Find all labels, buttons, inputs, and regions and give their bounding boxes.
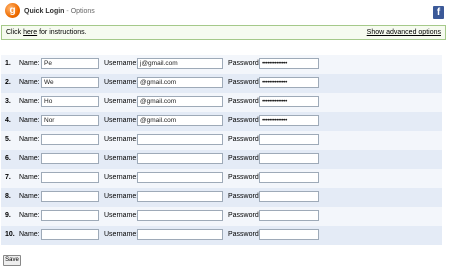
password-input[interactable]: •••••••••••••• xyxy=(259,77,319,88)
quick-login-logo-icon: g xyxy=(5,3,20,18)
name-label: Name: xyxy=(19,136,40,143)
password-label: Password: xyxy=(228,193,261,200)
name-label: Name: xyxy=(19,212,40,219)
name-label: Name: xyxy=(19,231,40,238)
password-label: Password: xyxy=(228,231,261,238)
password-label: Password: xyxy=(228,117,261,124)
account-row: 5. Name: Username: Password: xyxy=(1,131,442,150)
name-label: Name: xyxy=(19,117,40,124)
name-input[interactable] xyxy=(41,191,99,202)
username-input[interactable] xyxy=(137,229,223,240)
app-title: Quick Login xyxy=(24,8,65,15)
username-input[interactable]: @gmail.com xyxy=(137,77,223,88)
name-input[interactable] xyxy=(41,134,99,145)
password-input[interactable]: •••••••••••••• xyxy=(259,115,319,126)
account-row: 2. Name: We Username: @gmail.com Password: •••… xyxy=(1,74,442,93)
password-label: Password: xyxy=(228,98,261,105)
name-label: Name: xyxy=(19,155,40,162)
row-number: 8. xyxy=(5,193,11,200)
name-label: Name: xyxy=(19,98,40,105)
username-label: Username: xyxy=(104,231,139,238)
page-subtitle: Options xyxy=(70,8,95,15)
password-label: Password: xyxy=(228,79,261,86)
username-input[interactable] xyxy=(137,134,223,145)
username-label: Username: xyxy=(104,136,139,143)
password-input[interactable] xyxy=(259,153,319,164)
name-input[interactable] xyxy=(41,153,99,164)
row-number: 6. xyxy=(5,155,11,162)
username-input[interactable]: @gmail.com xyxy=(137,115,223,126)
name-label: Name: xyxy=(19,193,40,200)
password-input[interactable] xyxy=(259,191,319,202)
row-number: 3. xyxy=(5,98,11,105)
password-label: Password: xyxy=(228,60,261,67)
name-input[interactable]: We xyxy=(41,77,99,88)
instructions-prefix: Click xyxy=(6,29,24,36)
row-number: 2. xyxy=(5,79,11,86)
row-number: 10. xyxy=(5,231,15,238)
instructions-suffix: for instructions. xyxy=(37,29,87,36)
username-label: Username: xyxy=(104,60,139,67)
header: g Quick Login - Options f xyxy=(0,0,450,22)
username-label: Username: xyxy=(104,155,139,162)
username-label: Username: xyxy=(104,79,139,86)
account-row: 1. Name: Pe Username: j@gmail.com Password: ••… xyxy=(1,55,442,74)
password-input[interactable] xyxy=(259,134,319,145)
instructions-link[interactable]: here xyxy=(23,29,37,36)
name-label: Name: xyxy=(19,79,40,86)
account-row: 9. Name: Username: Password: xyxy=(1,207,442,226)
name-input[interactable]: Ho xyxy=(41,96,99,107)
name-input[interactable] xyxy=(41,229,99,240)
username-label: Username: xyxy=(104,212,139,219)
instructions-text: Click here for instructions. xyxy=(6,29,87,36)
username-input[interactable] xyxy=(137,172,223,183)
row-number: 7. xyxy=(5,174,11,181)
show-advanced-options-link[interactable]: Show advanced options xyxy=(367,29,441,36)
name-input[interactable]: Nor xyxy=(41,115,99,126)
save-button[interactable]: Save xyxy=(3,255,21,266)
username-input[interactable] xyxy=(137,210,223,221)
password-input[interactable] xyxy=(259,210,319,221)
row-number: 9. xyxy=(5,212,11,219)
account-row: 4. Name: Nor Username: @gmail.com Password: ••… xyxy=(1,112,442,131)
row-number: 5. xyxy=(5,136,11,143)
facebook-icon[interactable]: f xyxy=(433,6,444,19)
username-input[interactable] xyxy=(137,191,223,202)
account-row: 7. Name: Username: Password: xyxy=(1,169,442,188)
account-row: 6. Name: Username: Password: xyxy=(1,150,442,169)
password-label: Password: xyxy=(228,174,261,181)
password-label: Password: xyxy=(228,136,261,143)
password-input[interactable]: •••••••••••••• xyxy=(259,96,319,107)
name-input[interactable] xyxy=(41,210,99,221)
name-input[interactable]: Pe xyxy=(41,58,99,69)
username-input[interactable]: j@gmail.com xyxy=(137,58,223,69)
username-label: Username: xyxy=(104,174,139,181)
instructions-bar: Click here for instructions. Show advanc… xyxy=(1,25,446,40)
username-label: Username: xyxy=(104,117,139,124)
password-input[interactable] xyxy=(259,172,319,183)
username-input[interactable] xyxy=(137,153,223,164)
name-label: Name: xyxy=(19,174,40,181)
name-input[interactable] xyxy=(41,172,99,183)
accounts-table: 1. Name: Pe Username: j@gmail.com Password: ••… xyxy=(1,55,442,245)
row-number: 4. xyxy=(5,117,11,124)
account-row: 8. Name: Username: Password: xyxy=(1,188,442,207)
page-title: Quick Login - Options xyxy=(24,8,95,15)
password-label: Password: xyxy=(228,212,261,219)
name-label: Name: xyxy=(19,60,40,67)
account-row: 3. Name: Ho Username: @gmail.com Password: •••… xyxy=(1,93,442,112)
password-label: Password: xyxy=(228,155,261,162)
password-input[interactable]: •••••••••••••• xyxy=(259,58,319,69)
username-label: Username: xyxy=(104,98,139,105)
password-input[interactable] xyxy=(259,229,319,240)
username-input[interactable]: @gmail.com xyxy=(137,96,223,107)
row-number: 1. xyxy=(5,60,11,67)
username-label: Username: xyxy=(104,193,139,200)
account-row: 10. Name: Username: Password: xyxy=(1,226,442,245)
